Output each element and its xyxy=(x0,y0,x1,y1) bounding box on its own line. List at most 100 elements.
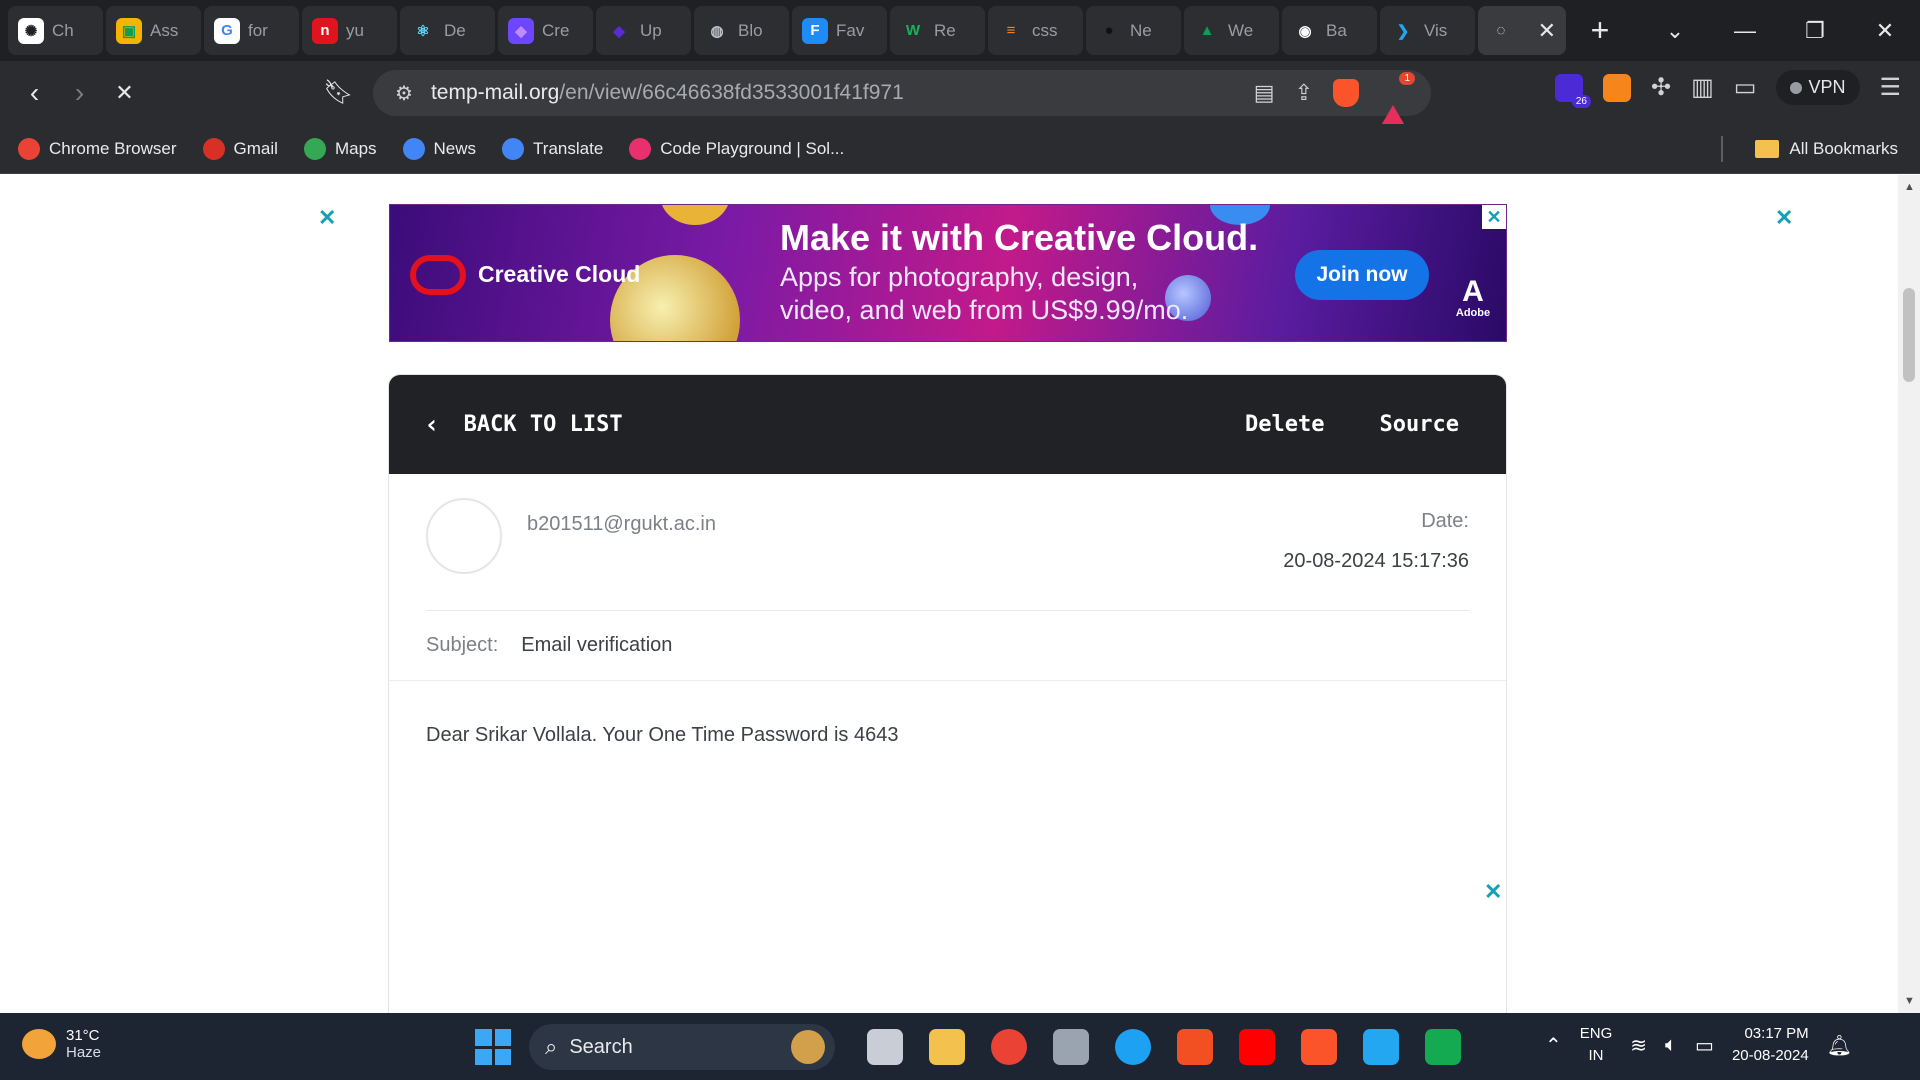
share-icon[interactable]: ⇪ xyxy=(1295,80,1313,106)
close-ad-right-icon[interactable]: ✕ xyxy=(1775,205,1793,231)
wifi-icon[interactable]: ≋ xyxy=(1630,1033,1647,1058)
tab-11[interactable]: ● Ne xyxy=(1086,6,1181,55)
window-controls: ⌄ — ❐ ✕ xyxy=(1640,18,1920,44)
camera-icon[interactable] xyxy=(1053,1029,1089,1065)
reader-mode-icon[interactable]: ▤ xyxy=(1254,80,1275,106)
volume-icon[interactable]: 🔈︎ xyxy=(1665,1034,1677,1057)
language-indicator[interactable]: ENG IN xyxy=(1580,1023,1613,1067)
tab-1[interactable]: ▣ Ass xyxy=(106,6,201,55)
google-classroom-icon: ▣ xyxy=(116,17,142,44)
tab-5[interactable]: ◆ Cre xyxy=(498,6,593,55)
start-button[interactable] xyxy=(475,1029,511,1065)
menu-icon[interactable]: ☰ xyxy=(1880,73,1902,102)
new-tab-button[interactable]: + xyxy=(1580,11,1620,51)
gem-icon: ◆ xyxy=(606,17,632,44)
mongodb-icon[interactable] xyxy=(1425,1029,1461,1065)
chevron-up-icon[interactable]: ⌃ xyxy=(1545,1033,1562,1058)
chevron-left-icon[interactable]: ‹ xyxy=(424,410,440,440)
bookmark-5[interactable]: Code Playground | Sol... xyxy=(629,137,844,160)
scrollbar-thumb[interactable] xyxy=(1903,288,1915,382)
weather-sun-icon xyxy=(22,1029,56,1059)
tab-active[interactable]: ◌ ✕ xyxy=(1478,6,1566,55)
file-explorer-icon[interactable] xyxy=(929,1029,965,1065)
close-inline-ad-icon[interactable]: ✕ xyxy=(1484,879,1502,905)
task-view-icon[interactable] xyxy=(867,1029,903,1065)
forward-button[interactable]: › xyxy=(57,77,102,109)
tab-0[interactable]: ✺ Ch xyxy=(8,6,103,55)
stop-loading-button[interactable]: ✕ xyxy=(102,80,147,106)
tab-title: Ba xyxy=(1326,20,1347,40)
notifications-icon[interactable]: 🔔︎ xyxy=(1827,1033,1852,1058)
temperature: 31°C xyxy=(66,1027,100,1044)
ad-headline: Make it with Creative Cloud. xyxy=(780,217,1259,258)
tab-search-icon[interactable]: ⌄ xyxy=(1640,18,1710,44)
tab-title: Ass xyxy=(150,20,179,40)
subject-value: Email verification xyxy=(521,634,673,656)
tab-14[interactable]: ❯ Vis xyxy=(1380,6,1475,55)
bookmark-1[interactable]: Gmail xyxy=(202,137,278,160)
bookmark-2[interactable]: Maps xyxy=(303,137,377,160)
source-button[interactable]: Source xyxy=(1380,412,1459,437)
weather-widget[interactable]: 31°C Haze xyxy=(22,1027,101,1061)
tab-12[interactable]: ▲ We xyxy=(1184,6,1279,55)
bookmark-0[interactable]: Chrome Browser xyxy=(18,137,177,160)
tab-8[interactable]: F Fav xyxy=(792,6,887,55)
all-bookmarks-button[interactable]: All Bookmarks xyxy=(1789,139,1898,159)
vpn-button[interactable]: VPN xyxy=(1776,70,1860,105)
bookmarks-bar: Chrome Browser Gmail Maps News Translate Code… xyxy=(0,124,1920,174)
taskbar-search[interactable]: ⌕ Search xyxy=(529,1024,835,1070)
maps-icon xyxy=(303,137,326,160)
cortana-icon[interactable] xyxy=(1115,1029,1151,1065)
sidebar-icon[interactable]: ▥ xyxy=(1691,73,1714,102)
tab-7[interactable]: ◍ Blo xyxy=(694,6,789,55)
site-settings-icon[interactable]: ⚙ xyxy=(395,81,413,106)
stackoverflow-icon: ≡ xyxy=(998,17,1024,44)
extension-icon[interactable]: 26 xyxy=(1555,73,1591,108)
address-bar[interactable]: ⚙ temp-mail.org/en/view/66c46638fd353300… xyxy=(373,70,1431,129)
page-scrollbar[interactable]: ▲ ▼ xyxy=(1898,175,1920,1013)
close-tab-icon[interactable]: ✕ xyxy=(1538,18,1556,44)
ad-join-button[interactable]: Join now xyxy=(1295,250,1429,300)
rewards-badge: 1 xyxy=(1399,72,1415,85)
tab-4[interactable]: ⚛ De xyxy=(400,6,495,55)
tab-10[interactable]: ≡ css xyxy=(988,6,1083,55)
mail-header: b201511@rgukt.ac.in Date: 20-08-2024 15:… xyxy=(426,474,1469,611)
minimize-button[interactable]: — xyxy=(1710,18,1780,44)
vpn-status-dot xyxy=(1790,81,1803,94)
tab-3[interactable]: n yu xyxy=(302,6,397,55)
bookmark-page-icon[interactable]: 🔖︎ xyxy=(316,78,361,107)
vscode-icon[interactable] xyxy=(1363,1029,1399,1065)
clock[interactable]: 03:17 PM 20-08-2024 xyxy=(1732,1023,1809,1067)
tab-6[interactable]: ◆ Up xyxy=(596,6,691,55)
battery-icon[interactable]: ▭ xyxy=(1695,1033,1714,1058)
chrome-icon[interactable] xyxy=(991,1029,1027,1065)
delete-button[interactable]: Delete xyxy=(1245,412,1324,437)
weather-condition: Haze xyxy=(66,1044,102,1061)
mail-view: ‹ BACK TO LIST Delete Source b201511@rgu… xyxy=(388,374,1507,1013)
tab-13[interactable]: ◉ Ba xyxy=(1282,6,1377,55)
microsoft-store-icon[interactable] xyxy=(1177,1029,1213,1065)
brave-icon[interactable] xyxy=(1301,1029,1337,1065)
youtube-icon[interactable] xyxy=(1239,1029,1275,1065)
scroll-up-icon[interactable]: ▲ xyxy=(1904,181,1915,193)
ad-banner[interactable]: Creative Cloud Make it with Creative Clo… xyxy=(389,204,1507,342)
news-icon xyxy=(402,137,425,160)
brave-rewards-icon[interactable]: 1 xyxy=(1379,72,1415,129)
scroll-down-icon[interactable]: ▼ xyxy=(1904,995,1915,1007)
ad-close-icon[interactable]: ✕ xyxy=(1482,205,1506,229)
back-button[interactable]: ‹ xyxy=(12,77,57,109)
wallet-icon[interactable]: ▭ xyxy=(1734,73,1757,102)
metamask-icon[interactable] xyxy=(1603,73,1631,102)
bookmark-3[interactable]: News xyxy=(402,137,476,160)
restore-button[interactable]: ❐ xyxy=(1780,18,1850,44)
brave-shields-icon[interactable] xyxy=(1333,79,1359,107)
tab-9[interactable]: W Re xyxy=(890,6,985,55)
close-window-button[interactable]: ✕ xyxy=(1850,18,1920,44)
google-drive-icon: ▲ xyxy=(1194,17,1220,44)
back-to-list-button[interactable]: BACK TO LIST xyxy=(464,412,623,437)
bookmark-4[interactable]: Translate xyxy=(502,137,603,160)
extensions-puzzle-icon[interactable]: ✣ xyxy=(1651,73,1671,102)
tab-2[interactable]: Gfor xyxy=(204,6,299,55)
sololearn-icon xyxy=(629,137,652,160)
close-ad-left-icon[interactable]: ✕ xyxy=(318,205,336,231)
